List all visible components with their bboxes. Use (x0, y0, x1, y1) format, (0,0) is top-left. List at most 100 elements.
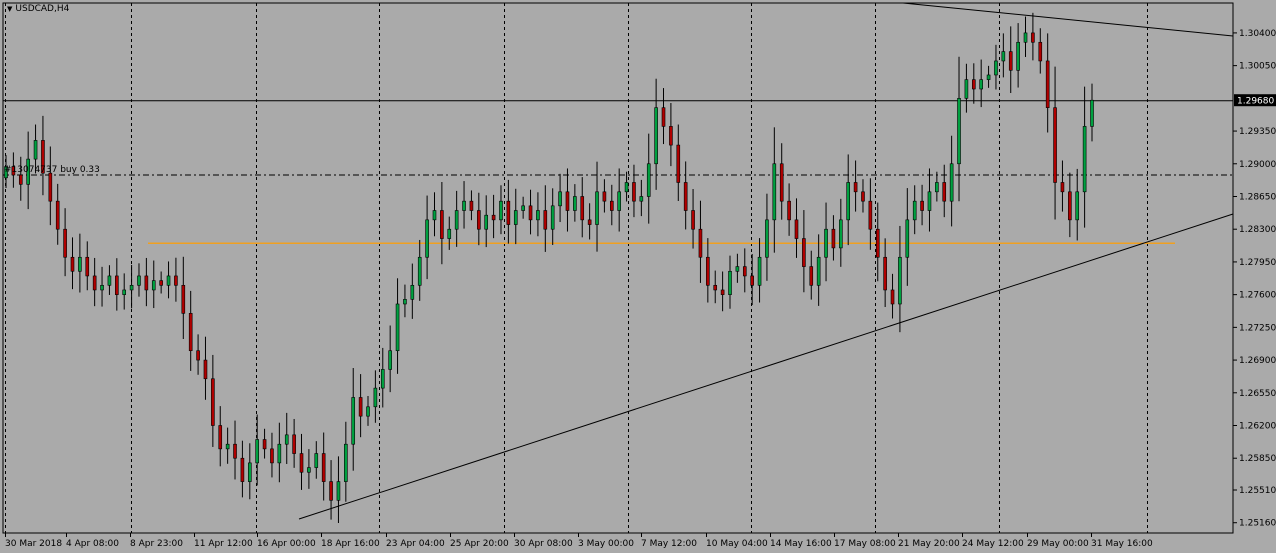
candle-body (137, 275, 141, 286)
candle-body (484, 214, 489, 230)
candle (432, 192, 437, 237)
candle-body (33, 140, 38, 160)
candle (454, 190, 459, 247)
candle (218, 406, 223, 467)
candle (971, 63, 976, 104)
candle (373, 370, 378, 423)
current-price-label: 1.29680 (1237, 97, 1274, 107)
candle (713, 270, 718, 304)
candle (802, 210, 806, 293)
chart-title[interactable]: ▼ USDCAD,H4 (7, 4, 69, 14)
candle-body (403, 299, 407, 305)
candle (63, 208, 67, 277)
candles (4, 12, 1094, 523)
candle (151, 260, 156, 309)
candle (765, 193, 769, 281)
candle (366, 396, 370, 426)
candle-body (617, 191, 621, 211)
candle-body (506, 200, 511, 225)
candle (735, 253, 740, 283)
candle-body (609, 200, 614, 211)
candle (233, 420, 237, 480)
candle-body (779, 163, 784, 202)
candle (654, 78, 658, 190)
candle-body (971, 79, 976, 90)
candle (602, 179, 607, 213)
candle-body (262, 439, 267, 450)
candle (676, 124, 681, 201)
candle-body (565, 191, 570, 211)
candle (417, 239, 422, 301)
y-tick-label: 1.25850 (1239, 454, 1276, 464)
candle (905, 188, 910, 286)
y-tick-label: 1.28300 (1239, 225, 1276, 235)
candle (344, 421, 348, 502)
candle-body (292, 434, 296, 454)
candle (639, 179, 644, 217)
candle (1045, 33, 1050, 133)
candle (144, 257, 149, 307)
candle (203, 336, 208, 400)
candle-body (912, 200, 917, 221)
y-tick-label: 1.26200 (1239, 422, 1276, 432)
y-tick-label: 1.28650 (1239, 192, 1276, 202)
candle-body (639, 196, 644, 202)
candle-body (720, 289, 725, 295)
candle (1068, 172, 1072, 238)
candle-body (661, 107, 666, 127)
candle-body (957, 98, 961, 165)
candle-body (417, 256, 422, 286)
candle-body (454, 210, 459, 230)
candle-body (329, 481, 333, 501)
candle-body (543, 210, 548, 230)
candle-body (654, 107, 658, 165)
x-tick-label: 21 May 20:00 (898, 539, 960, 549)
candle-body (366, 406, 370, 417)
candle (794, 198, 799, 258)
candle-body (935, 182, 939, 193)
y-tick-label: 1.30400 (1239, 29, 1276, 39)
candle (55, 183, 60, 245)
candle (403, 284, 407, 318)
candle (1038, 28, 1043, 74)
candle-body (942, 182, 947, 202)
dropdown-triangle-icon[interactable]: ▼ (7, 5, 12, 13)
candle-body (491, 214, 496, 221)
candle (920, 184, 924, 226)
candle-body (898, 256, 902, 305)
candle (18, 156, 23, 201)
candle (137, 263, 141, 297)
candle (853, 160, 858, 212)
candle-body (875, 228, 880, 258)
candle (861, 179, 865, 213)
candle (942, 164, 947, 218)
candle (979, 59, 983, 108)
candle (883, 238, 887, 308)
candle-body (986, 74, 991, 80)
candle (706, 238, 710, 303)
y-tick-label: 1.29000 (1239, 160, 1276, 170)
candle-body (1068, 191, 1072, 221)
candle (757, 238, 762, 303)
candle-body (580, 196, 585, 221)
candle-body (1082, 126, 1087, 193)
candle-body (55, 200, 60, 230)
candle-body (602, 191, 607, 202)
candle (159, 271, 163, 294)
candle-body (151, 280, 156, 291)
candle-body (632, 182, 636, 202)
candle-body (757, 256, 762, 286)
candle (41, 115, 45, 196)
candle-body (669, 126, 673, 146)
candle-body (321, 453, 326, 482)
candle (624, 171, 629, 202)
candle (115, 258, 119, 311)
candle (669, 103, 673, 167)
price-chart[interactable]: 30 Mar 2018 4 Apr 08:00 8 Apr 23:00 11 Apr … (0, 0, 1276, 553)
candle (314, 441, 319, 479)
candle-body (85, 256, 90, 277)
candle-body (462, 200, 466, 211)
candle (912, 185, 917, 235)
candle-body (883, 256, 887, 291)
candle-body (188, 313, 193, 352)
